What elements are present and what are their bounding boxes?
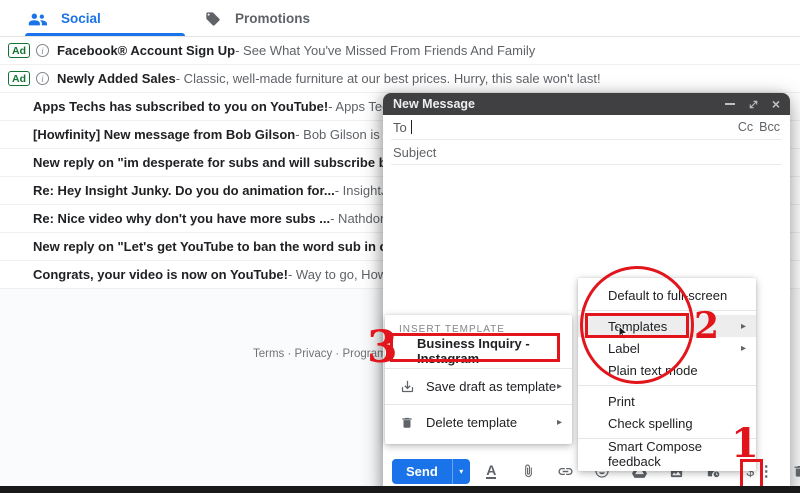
ad-row[interactable]: Ad i Facebook® Account Sign Up - See Wha… bbox=[0, 37, 800, 65]
gmail-screen: Social Promotions Ad i Facebook® Account… bbox=[0, 0, 800, 493]
email-subject: Re: Hey Insight Junky. Do you do animati… bbox=[33, 183, 335, 198]
subject-label: Subject bbox=[393, 144, 437, 160]
tag-icon bbox=[206, 11, 220, 26]
compose-title: New Message bbox=[393, 97, 475, 111]
menu-item-check-spelling[interactable]: Check spelling bbox=[578, 412, 756, 434]
cc-button[interactable]: Cc bbox=[738, 120, 753, 134]
menu-item-label: Templates bbox=[608, 318, 668, 334]
submenu-arrow-icon: ▸ bbox=[556, 417, 562, 428]
ad-snippet: - See What You've Missed From Friends An… bbox=[235, 43, 536, 58]
email-subject: Congrats, your video is now on YouTube! bbox=[33, 267, 288, 282]
ad-subject: Facebook® Account Sign Up bbox=[57, 43, 236, 58]
info-icon[interactable]: i bbox=[36, 44, 49, 57]
compose-header[interactable]: New Message × bbox=[383, 93, 790, 115]
submenu-arrow-icon: ▸ bbox=[556, 381, 562, 392]
ad-snippet: - Classic, well-made furniture at our be… bbox=[175, 71, 601, 86]
menu-item-label: Print bbox=[608, 393, 635, 409]
discard-draft-icon[interactable] bbox=[791, 463, 800, 480]
expand-icon[interactable] bbox=[748, 99, 759, 110]
menu-item-print[interactable]: Print bbox=[578, 390, 756, 412]
menu-divider bbox=[385, 368, 572, 369]
menu-item-label: Label bbox=[608, 340, 640, 356]
ad-row[interactable]: Ad i Newly Added Sales - Classic, well-m… bbox=[0, 65, 800, 93]
menu-item-label: Default to full-screen bbox=[608, 287, 728, 303]
formatting-options-icon[interactable]: A bbox=[483, 462, 500, 480]
menu-item-label: Smart Compose feedback bbox=[608, 439, 702, 469]
menu-item-plain-text-mode[interactable]: Plain text mode bbox=[578, 359, 756, 381]
bottom-dark-strip bbox=[0, 486, 800, 493]
minimize-icon[interactable] bbox=[724, 103, 735, 105]
menu-item-default-fullscreen[interactable]: Default to full-screen bbox=[578, 284, 756, 306]
menu-item-label: Check spelling bbox=[608, 415, 693, 431]
ad-subject: Newly Added Sales bbox=[57, 71, 176, 86]
delete-template-item[interactable]: Delete template ▸ bbox=[385, 409, 572, 436]
text-cursor bbox=[410, 120, 412, 134]
menu-item-label[interactable]: Label ▸ bbox=[578, 337, 756, 359]
attach-file-icon[interactable] bbox=[520, 463, 537, 480]
people-icon bbox=[28, 13, 47, 25]
menu-item-label: Plain text mode bbox=[608, 362, 698, 378]
send-options-caret[interactable]: ▾ bbox=[451, 458, 470, 484]
tab-social[interactable]: Social bbox=[28, 0, 101, 37]
inbox-tab-bar: Social Promotions bbox=[0, 0, 800, 37]
email-subject: Apps Techs has subscribed to you on YouT… bbox=[33, 99, 329, 114]
subject-field[interactable]: Subject bbox=[391, 140, 782, 165]
email-subject: Re: Nice video why don't you have more s… bbox=[33, 211, 331, 226]
template-item-business-inquiry[interactable]: Business Inquiry - Instagram bbox=[385, 336, 572, 366]
menu-item-label: Delete template bbox=[426, 415, 518, 430]
bcc-button[interactable]: Bcc bbox=[759, 120, 780, 134]
to-field[interactable]: To Cc Bcc bbox=[391, 115, 782, 140]
save-template-icon bbox=[399, 379, 415, 395]
tab-promotions-label: Promotions bbox=[235, 11, 311, 26]
info-icon[interactable]: i bbox=[36, 72, 49, 85]
close-icon[interactable]: × bbox=[772, 97, 780, 111]
send-button[interactable]: Send bbox=[392, 458, 452, 484]
tab-promotions[interactable]: Promotions bbox=[205, 0, 310, 37]
ad-badge: Ad bbox=[8, 71, 30, 86]
menu-item-smart-compose-feedback[interactable]: Smart Compose feedback bbox=[578, 439, 756, 469]
save-draft-as-template-item[interactable]: Save draft as template ▸ bbox=[385, 373, 572, 400]
more-options-icon[interactable]: ⋮ bbox=[759, 464, 774, 479]
templates-submenu: INSERT TEMPLATE Business Inquiry - Insta… bbox=[385, 315, 572, 444]
submenu-arrow-icon: ▸ bbox=[740, 320, 746, 332]
menu-divider bbox=[578, 385, 756, 386]
menu-item-label: Save draft as template bbox=[426, 379, 557, 394]
email-subject: [Howfinity] New message from Bob Gilson bbox=[33, 127, 296, 142]
ad-badge: Ad bbox=[8, 43, 30, 58]
menu-divider bbox=[385, 404, 572, 405]
active-tab-indicator bbox=[25, 33, 185, 36]
submenu-arrow-icon: ▸ bbox=[740, 342, 746, 354]
menu-divider bbox=[578, 310, 756, 311]
to-label: To bbox=[393, 119, 407, 135]
more-options-menu: Default to full-screen Templates ▸ Label ▸… bbox=[578, 278, 756, 471]
menu-item-templates[interactable]: Templates ▸ bbox=[578, 315, 756, 337]
insert-link-icon[interactable] bbox=[557, 463, 574, 480]
tab-social-label: Social bbox=[61, 11, 101, 26]
trash-icon bbox=[399, 415, 415, 431]
